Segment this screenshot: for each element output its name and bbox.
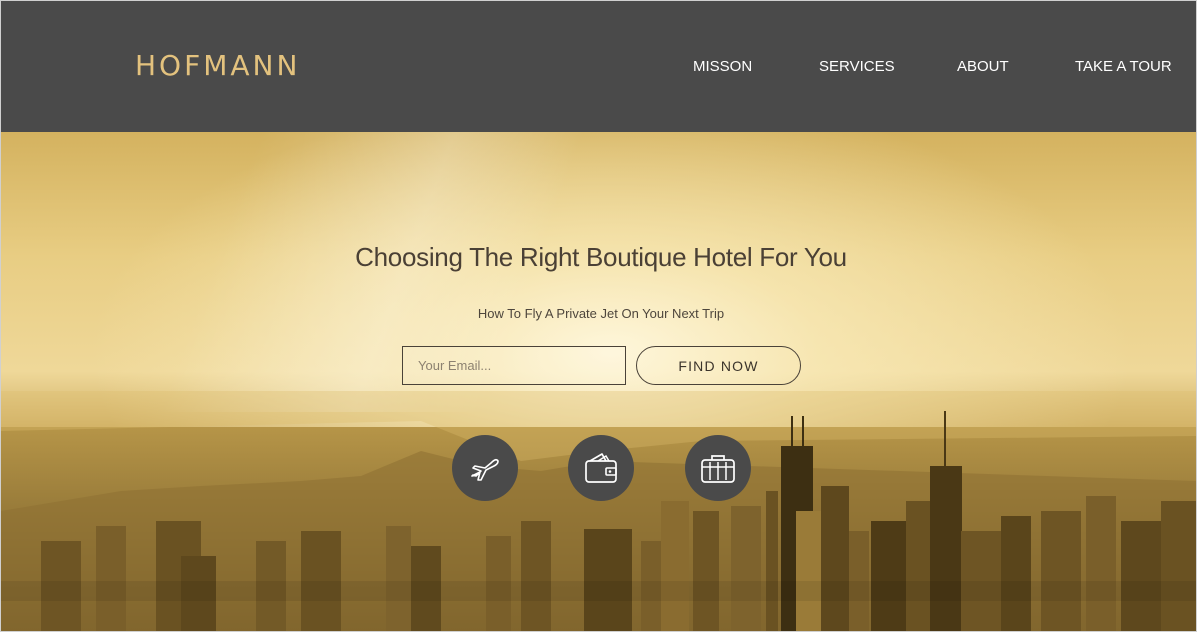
airplane-icon <box>471 458 499 481</box>
feature-wallet[interactable] <box>568 435 634 501</box>
hero-subtitle: How To Fly A Private Jet On Your Next Tr… <box>477 306 725 321</box>
feature-flight[interactable] <box>452 435 518 501</box>
feature-luggage[interactable] <box>685 435 751 501</box>
suitcase-icon <box>701 455 735 483</box>
find-now-button[interactable]: FIND NOW <box>636 346 801 385</box>
nav-item-services[interactable]: SERVICES <box>819 58 895 75</box>
nav-item-mission[interactable]: MISSON <box>693 58 752 75</box>
email-input[interactable] <box>402 346 626 385</box>
site-header: HOFMANN MISSON SERVICES ABOUT TAKE A TOU… <box>1 1 1196 132</box>
hero-title: Choosing The Right Boutique Hotel For Yo… <box>355 242 847 272</box>
city-skyline-image <box>1 391 1196 631</box>
wallet-icon <box>585 453 617 483</box>
hero-section: Choosing The Right Boutique Hotel For Yo… <box>1 132 1196 631</box>
main-nav: MISSON SERVICES ABOUT TAKE A TOUR <box>1 58 1196 78</box>
nav-item-about[interactable]: ABOUT <box>957 58 1009 75</box>
page-frame: HOFMANN MISSON SERVICES ABOUT TAKE A TOU… <box>0 0 1197 632</box>
nav-item-take-a-tour[interactable]: TAKE A TOUR <box>1075 58 1172 75</box>
